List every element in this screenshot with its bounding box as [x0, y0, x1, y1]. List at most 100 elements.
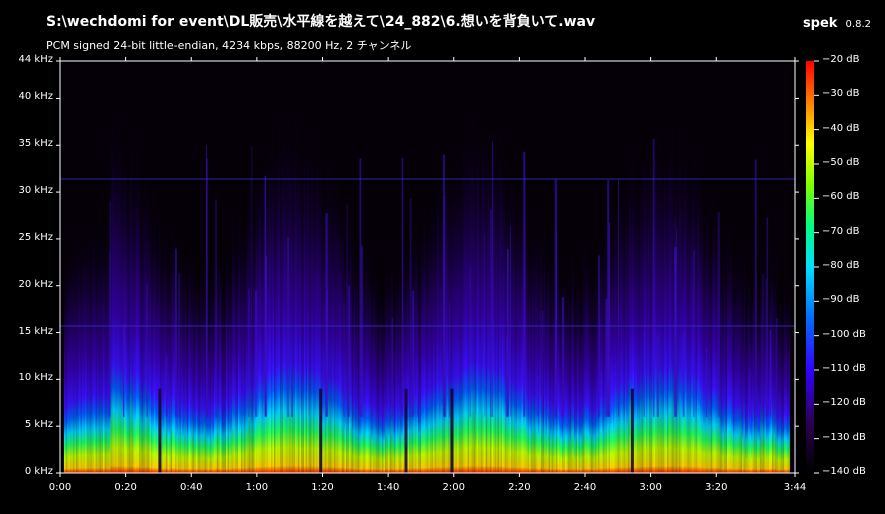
db-tick-label: −110 dB: [822, 363, 866, 374]
spectrum-column: [84, 211, 87, 473]
spectrum-column: [165, 221, 168, 473]
db-tick-label: −90 dB: [822, 294, 860, 306]
transient-streak: [561, 296, 564, 417]
spectrum-column: [557, 233, 560, 473]
db-scale-ticks: [814, 60, 819, 474]
spectrum-column: [170, 210, 173, 474]
spectrum-column: [198, 264, 201, 473]
spectrum-column: [657, 110, 660, 474]
spectrum-column: [126, 157, 129, 473]
spectrum-column: [530, 226, 533, 473]
transient-streak: [506, 249, 509, 417]
spectrum-column: [578, 262, 581, 473]
spectrum-column: [81, 214, 84, 473]
spectrum-column: [98, 216, 101, 473]
spectrum-column: [788, 265, 791, 473]
spectrum-column: [708, 205, 711, 473]
db-tick-label: −130 dB: [822, 431, 866, 443]
spectrum-column: [315, 118, 318, 473]
spectrum-column: [536, 213, 539, 473]
spectrum-column: [744, 282, 747, 473]
spectrum-column: [261, 161, 264, 473]
spectrum-column: [191, 238, 194, 473]
spectrum-column: [714, 195, 717, 474]
spectrum-column: [752, 242, 755, 473]
transient-streak: [541, 311, 544, 417]
spectrum-column: [786, 287, 789, 473]
spectrum-column: [162, 237, 165, 473]
spectrum-column: [189, 251, 192, 473]
transient-streak: [643, 332, 646, 417]
spectrum-column: [371, 276, 374, 473]
spectrum-column: [99, 202, 102, 474]
spectrum-column: [366, 235, 369, 473]
time-tick-label: 2:40: [573, 482, 597, 493]
spectrum-column: [473, 95, 476, 473]
spectrum-column: [344, 224, 347, 473]
transient-streak: [618, 179, 619, 417]
spectrum-column: [573, 280, 576, 473]
spectrum-column: [626, 191, 629, 474]
spectrum-column: [225, 229, 228, 473]
spectrum-column: [588, 259, 591, 473]
time-tick-label: 3:44: [783, 482, 807, 493]
spectrum-column: [467, 114, 470, 474]
spectrum-column: [600, 217, 603, 473]
transient-streak: [417, 355, 419, 417]
spectrum-column: [66, 236, 69, 473]
transient-streak: [123, 324, 125, 417]
spectrum-column: [659, 123, 662, 474]
transient-streak: [443, 154, 445, 417]
spectrum-column: [728, 213, 731, 474]
spectrum-column: [638, 164, 641, 473]
spectrum-column: [525, 200, 528, 473]
spectrum-column: [236, 234, 239, 473]
spectrum-column: [572, 236, 575, 473]
spectrum-column: [317, 140, 320, 473]
time-tick-label: 0:20: [114, 482, 137, 493]
transient-streak: [608, 222, 611, 417]
transient-streak: [401, 158, 404, 417]
spectrum-column: [671, 100, 674, 473]
transient-streak: [766, 217, 769, 417]
transient-streak: [361, 245, 364, 417]
spectrum-column: [576, 257, 579, 473]
spectrum-column: [474, 140, 477, 473]
db-tick-label: −120 dB: [822, 397, 866, 409]
spectrum-column: [783, 269, 786, 473]
spectrum-column: [647, 125, 650, 473]
spectrum-column: [303, 115, 306, 473]
transient-streak: [409, 198, 412, 417]
spectrum-column: [435, 173, 438, 474]
spectrum-column: [258, 136, 261, 473]
transient-streak: [178, 273, 181, 417]
spectrum-column: [396, 268, 399, 473]
transient-streak: [348, 285, 351, 417]
spectrum-column: [194, 261, 197, 473]
spectrum-column: [131, 137, 134, 473]
spectrum-column: [720, 239, 723, 473]
spectrum-column: [278, 103, 281, 474]
spectrum-column: [642, 140, 645, 473]
spectrum-column: [480, 106, 483, 473]
spectrum-column: [704, 204, 707, 473]
spectrum-column: [779, 275, 782, 473]
spectrum-column: [476, 101, 479, 473]
spectrum-column: [183, 240, 186, 473]
spectrum-column: [741, 277, 744, 473]
spectrum-column: [212, 276, 215, 473]
spectrum-column: [192, 252, 195, 473]
spectrum-column: [210, 248, 213, 473]
transient-streak: [251, 146, 253, 417]
spectrum-column: [756, 272, 759, 473]
spectrum-column: [734, 245, 737, 473]
spectrum-column: [726, 220, 729, 473]
spectrum-column: [213, 236, 216, 473]
spectrum-column: [281, 108, 284, 474]
spectrum-column: [111, 100, 114, 473]
spectrum-column: [222, 261, 225, 473]
spectrum-column: [759, 239, 762, 473]
db-tick-label: −40 dB: [822, 122, 860, 134]
spectrum-column: [569, 278, 572, 473]
spectrum-column: [71, 232, 74, 473]
